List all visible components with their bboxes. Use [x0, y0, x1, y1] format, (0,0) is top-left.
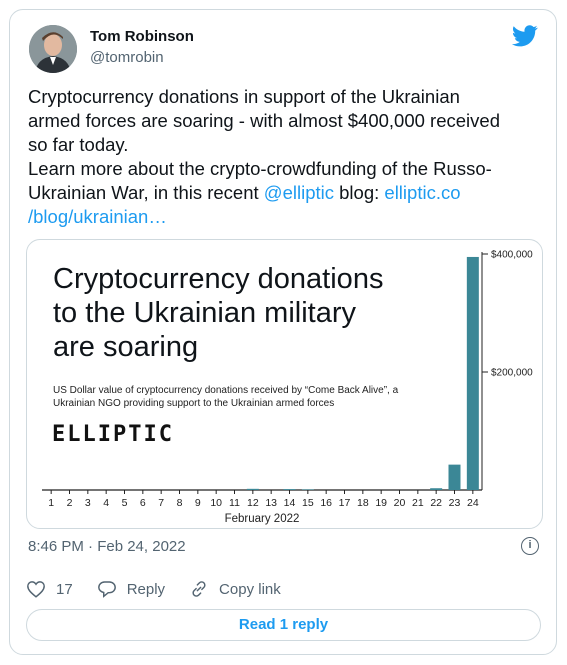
- tweet-line: /blog/ukrainian…: [28, 205, 540, 229]
- x-tick-label: 13: [265, 497, 277, 509]
- tweet-text-fragment: Ukrainian War, in this recent: [28, 182, 264, 203]
- bar: [246, 488, 259, 490]
- x-tick-label: 6: [140, 497, 146, 509]
- x-tick-label: 14: [284, 497, 296, 509]
- reply-icon: [97, 581, 116, 598]
- x-tick-label: 2: [67, 497, 73, 509]
- bar: [448, 464, 461, 490]
- y-tick-label: $400,000: [491, 250, 533, 261]
- tweet-text-fragment: blog:: [334, 182, 385, 203]
- x-tick-label: 17: [339, 497, 351, 509]
- x-tick-label: 18: [357, 497, 369, 509]
- x-tick-label: 9: [195, 497, 201, 509]
- x-tick-label: 23: [449, 497, 461, 509]
- x-tick-label: 7: [158, 497, 164, 509]
- info-icon[interactable]: i: [521, 537, 539, 555]
- bird-icon[interactable]: [512, 25, 538, 47]
- tweet-line: Ukrainian War, in this recent @elliptic …: [28, 181, 540, 205]
- x-tick-label: 22: [430, 497, 442, 509]
- bar: [430, 488, 443, 490]
- tweet-line: so far today.: [28, 134, 129, 155]
- avatar[interactable]: [29, 25, 77, 73]
- x-tick-label: 20: [394, 497, 406, 509]
- author-name[interactable]: Tom Robinson: [90, 28, 194, 45]
- heart-icon: [27, 581, 45, 598]
- x-tick-label: 11: [229, 497, 240, 509]
- like-button[interactable]: 17: [26, 580, 73, 598]
- x-tick-label: 8: [177, 497, 183, 509]
- x-tick-label: 10: [210, 497, 222, 509]
- tweet-timestamp[interactable]: 8:46 PM · Feb 24, 2022: [28, 538, 186, 555]
- action-bar: 17 Reply Copy link: [26, 575, 305, 603]
- x-tick-label: 24: [467, 497, 479, 509]
- x-tick-label: 4: [103, 497, 109, 509]
- tweet-line: armed forces are soaring - with almost $…: [28, 110, 500, 131]
- x-tick-label: 1: [48, 497, 54, 509]
- like-count: 17: [56, 580, 73, 598]
- x-tick-label: 21: [412, 497, 424, 509]
- bar: [301, 489, 314, 490]
- bar: [283, 489, 296, 490]
- link-icon: [192, 581, 206, 597]
- x-tick-label: 5: [122, 497, 128, 509]
- bar-chart: $400,000$200,0001 2 3 4 5 6 7 8 9 10 11 12 13 14 15 16 1…: [42, 250, 533, 525]
- reply-label: Reply: [126, 580, 166, 598]
- x-tick-label: 19: [375, 497, 387, 509]
- tweet-line: Learn more about the crypto-crowdfunding…: [28, 158, 492, 179]
- tweet-line: Cryptocurrency donations in support of t…: [28, 86, 460, 107]
- y-tick-label: $200,000: [491, 368, 533, 379]
- copy-link-button[interactable]: Copy link: [189, 580, 281, 598]
- author-handle[interactable]: @tomrobin: [90, 49, 164, 66]
- x-axis-label: February 2022: [225, 513, 300, 525]
- blog-link-continued[interactable]: /blog/ukrainian…: [28, 206, 167, 227]
- read-replies-button[interactable]: Read 1 reply: [26, 609, 541, 641]
- x-tick-label: 15: [302, 497, 314, 509]
- tweet-text: Cryptocurrency donations in support of t…: [28, 85, 540, 229]
- x-tick-label: 3: [85, 497, 91, 509]
- tweet-card: Tom Robinson @tomrobin Cryptocurrency do…: [9, 9, 557, 655]
- reply-button[interactable]: Reply: [97, 580, 165, 598]
- mention-link[interactable]: @elliptic: [264, 182, 334, 203]
- media-image[interactable]: Cryptocurrency donations to the Ukrainia…: [26, 239, 543, 529]
- copy-link-label: Copy link: [219, 580, 281, 598]
- bar: [466, 256, 479, 490]
- blog-link[interactable]: elliptic.co: [384, 182, 460, 203]
- x-tick-label: 16: [320, 497, 332, 509]
- x-tick-label: 12: [247, 497, 259, 509]
